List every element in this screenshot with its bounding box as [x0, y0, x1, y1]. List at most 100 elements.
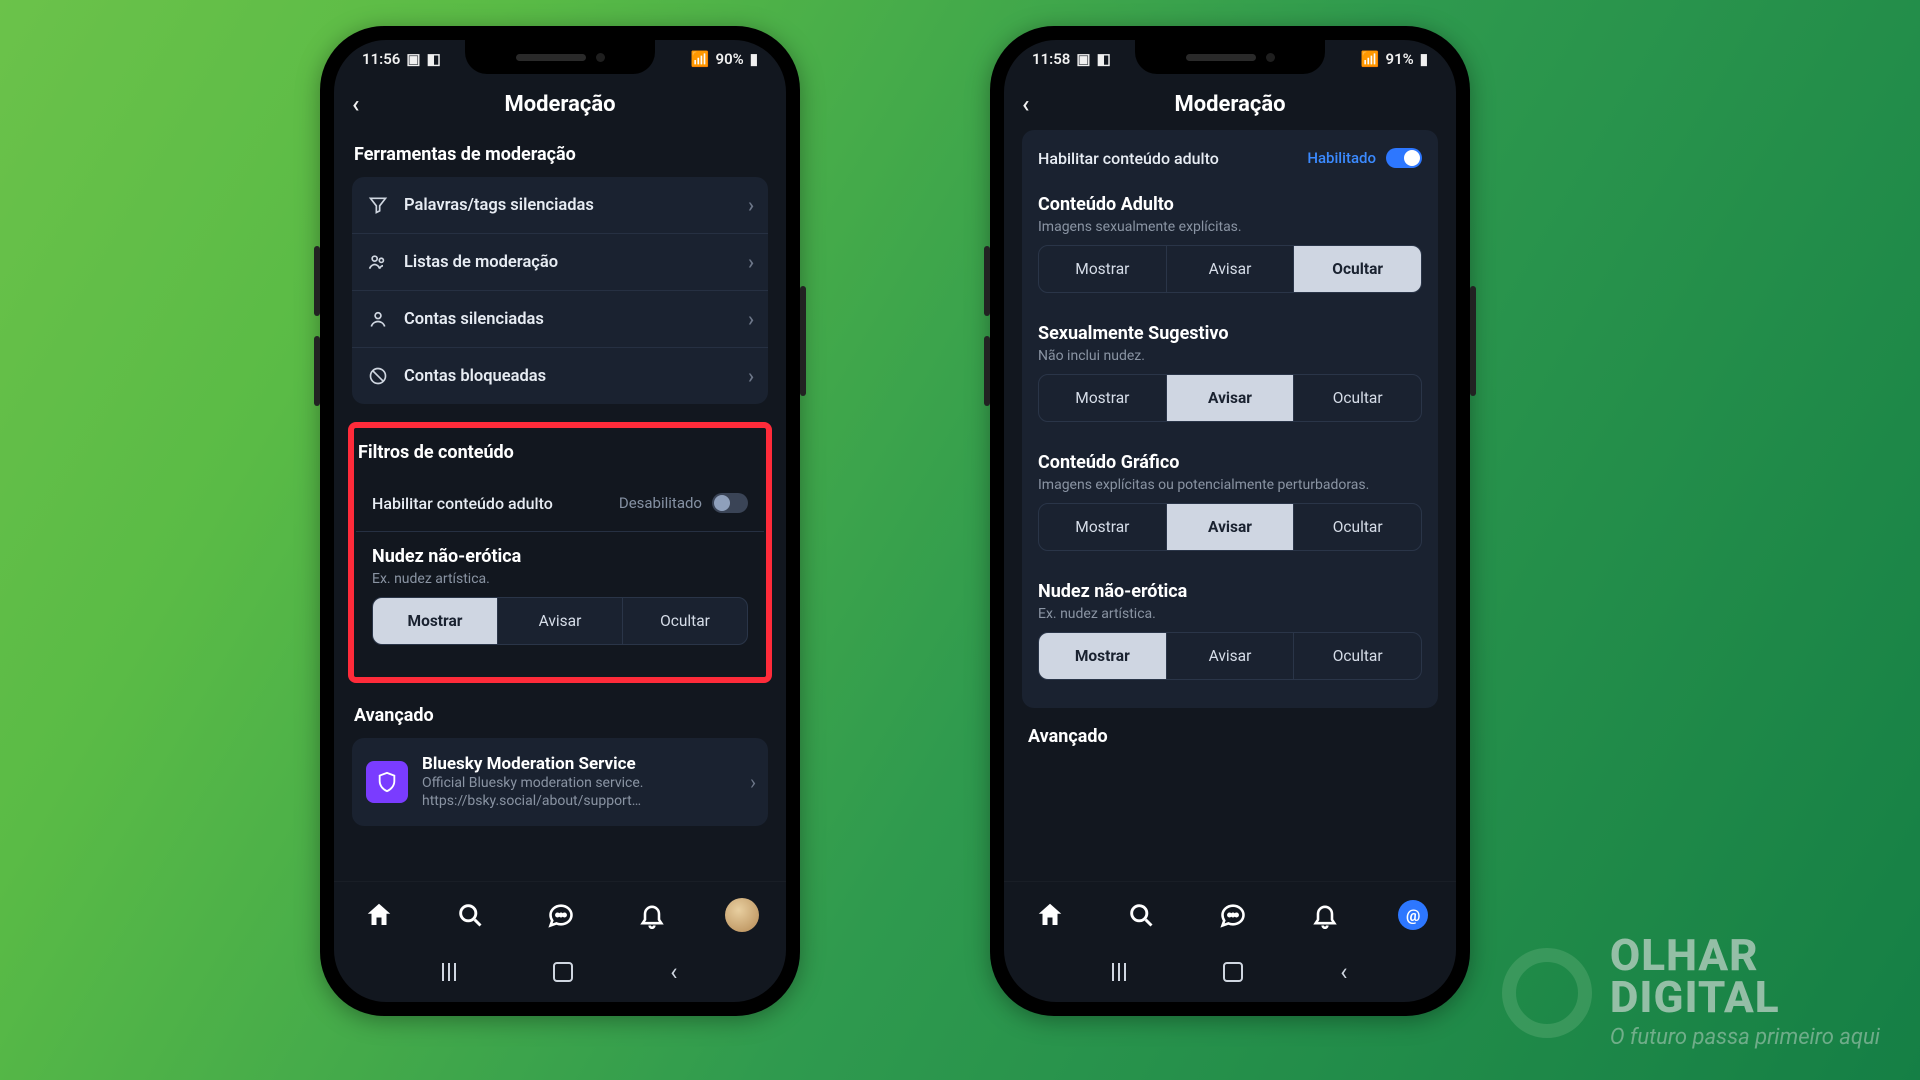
seg-option-show[interactable]: Mostrar — [1039, 375, 1166, 421]
app-header: ‹ Moderação — [334, 78, 786, 130]
phone-frame-right: 11:58 ▣ ◧ 📶 91% ▮ ‹ Moderação Habilitar … — [990, 26, 1470, 1016]
filter-desc: Imagens sexualmente explícitas. — [1038, 219, 1422, 235]
filter-title: Nudez não-erótica — [372, 546, 748, 567]
chevron-right-icon: › — [748, 250, 754, 274]
muted-accounts-item[interactable]: Contas silenciadas › — [352, 290, 768, 347]
back-nav-button[interactable]: ‹ — [670, 958, 677, 986]
chevron-right-icon: › — [748, 364, 754, 388]
people-icon — [368, 252, 392, 272]
shield-icon — [366, 761, 408, 803]
filter-block-adult: Conteúdo Adulto Imagens sexualmente expl… — [1022, 186, 1438, 293]
seg-option-warn[interactable]: Avisar — [1166, 504, 1294, 550]
segmented-control: Mostrar Avisar Ocultar — [1038, 503, 1422, 551]
advanced-card: Bluesky Moderation Service Official Blue… — [352, 738, 768, 826]
seg-option-show[interactable]: Mostrar — [1039, 504, 1166, 550]
status-time: 11:56 — [362, 50, 400, 68]
adult-content-toggle-row: Habilitar conteúdo adulto Desabilitado — [356, 475, 764, 532]
filter-block-nudity: Nudez não-erótica Ex. nudez artística. M… — [1022, 573, 1438, 680]
recent-apps-button[interactable] — [1112, 963, 1126, 981]
android-nav-bar: ‹ — [1004, 954, 1456, 990]
notch — [465, 40, 655, 74]
status-time: 11:58 — [1032, 50, 1070, 68]
battery-icon: ▮ — [1420, 50, 1428, 68]
nav-chat[interactable] — [1215, 897, 1251, 933]
signal-icon: 📶 — [1361, 50, 1380, 68]
filters-card: Habilitar conteúdo adulto Desabilitado N… — [356, 475, 764, 667]
toggle-label: Habilitar conteúdo adulto — [372, 494, 553, 513]
watermark-tagline: O futuro passa primeiro aqui — [1610, 1025, 1880, 1050]
nav-chat[interactable] — [543, 897, 579, 933]
nav-home[interactable] — [1032, 897, 1068, 933]
muted-words-item[interactable]: Palavras/tags silenciadas › — [352, 177, 768, 233]
back-nav-button[interactable]: ‹ — [1340, 958, 1347, 986]
seg-option-hide[interactable]: Ocultar — [1293, 633, 1421, 679]
home-button[interactable] — [1223, 962, 1243, 982]
screen-left: 11:56 ▣ ◧ 📶 90% ▮ ‹ Moderação Ferramenta… — [334, 40, 786, 1002]
chevron-right-icon: › — [750, 770, 756, 794]
seg-option-show[interactable]: Mostrar — [1039, 246, 1166, 292]
seg-option-hide[interactable]: Ocultar — [1293, 504, 1421, 550]
signal-icon: 📶 — [691, 50, 710, 68]
seg-option-show[interactable]: Mostrar — [373, 598, 497, 644]
list-item-label: Contas silenciadas — [404, 310, 544, 329]
nav-mentions[interactable]: @ — [1398, 900, 1428, 930]
notch — [1135, 40, 1325, 74]
content-scroll[interactable]: Ferramentas de moderação Palavras/tags s… — [334, 130, 786, 882]
adult-content-switch[interactable] — [712, 493, 748, 513]
filter-desc: Não inclui nudez. — [1038, 348, 1422, 364]
android-nav-bar: ‹ — [334, 954, 786, 990]
seg-option-hide[interactable]: Ocultar — [1293, 375, 1421, 421]
seg-option-warn[interactable]: Avisar — [497, 598, 622, 644]
seg-option-show[interactable]: Mostrar — [1039, 633, 1166, 679]
screenshot-icon: ▣ — [1076, 50, 1090, 68]
service-title: Bluesky Moderation Service — [422, 754, 754, 774]
filter-desc: Ex. nudez artística. — [372, 571, 748, 587]
nav-search[interactable] — [452, 897, 488, 933]
recent-apps-button[interactable] — [442, 963, 456, 981]
seg-option-hide[interactable]: Ocultar — [1293, 246, 1421, 292]
nav-notifications[interactable] — [634, 897, 670, 933]
tools-card: Palavras/tags silenciadas › Listas de mo… — [352, 177, 768, 404]
bottom-nav — [334, 881, 786, 948]
segmented-control: Mostrar Avisar Ocultar — [1038, 245, 1422, 293]
service-desc: Official Bluesky moderation service. htt… — [422, 774, 754, 810]
bottom-nav: @ — [1004, 881, 1456, 948]
blocked-accounts-item[interactable]: Contas bloqueadas › — [352, 347, 768, 404]
tools-section-title: Ferramentas de moderação — [354, 144, 766, 165]
app-header: ‹ Moderação — [1004, 78, 1456, 130]
filter-title: Conteúdo Gráfico — [1038, 452, 1422, 473]
background: 11:56 ▣ ◧ 📶 90% ▮ ‹ Moderação Ferramenta… — [0, 0, 1920, 1080]
content-scroll[interactable]: Habilitar conteúdo adulto Habilitado Con… — [1004, 130, 1456, 882]
moderation-lists-item[interactable]: Listas de moderação › — [352, 233, 768, 290]
filter-block-suggestive: Sexualmente Sugestivo Não inclui nudez. … — [1022, 315, 1438, 422]
filter-block-nudity: Nudez não-erótica Ex. nudez artística. M… — [356, 532, 764, 645]
nav-notifications[interactable] — [1307, 897, 1343, 933]
chevron-right-icon: › — [748, 193, 754, 217]
toggle-state-label: Habilitado — [1307, 149, 1376, 167]
adult-content-switch[interactable] — [1386, 148, 1422, 168]
filter-title: Nudez não-erótica — [1038, 581, 1422, 602]
status-battery: 91% — [1386, 50, 1414, 68]
nav-search[interactable] — [1123, 897, 1159, 933]
seg-option-warn[interactable]: Avisar — [1166, 633, 1294, 679]
nav-profile-avatar[interactable] — [725, 898, 759, 932]
segmented-control: Mostrar Avisar Ocultar — [1038, 374, 1422, 422]
screenshot-icon: ▣ — [406, 50, 420, 68]
list-item-label: Palavras/tags silenciadas — [404, 196, 594, 215]
logo-icon — [1502, 948, 1592, 1038]
segmented-control: Mostrar Avisar Ocultar — [1038, 632, 1422, 680]
watermark: OLHARDIGITAL O futuro passa primeiro aqu… — [1502, 935, 1880, 1050]
home-button[interactable] — [553, 962, 573, 982]
seg-option-warn[interactable]: Avisar — [1166, 246, 1294, 292]
back-button[interactable]: ‹ — [352, 90, 359, 118]
filter-title: Conteúdo Adulto — [1038, 194, 1422, 215]
back-button[interactable]: ‹ — [1022, 90, 1029, 118]
seg-option-hide[interactable]: Ocultar — [622, 598, 747, 644]
filter-block-graphic: Conteúdo Gráfico Imagens explícitas ou p… — [1022, 444, 1438, 551]
filter-title: Sexualmente Sugestivo — [1038, 323, 1422, 344]
moderation-service-item[interactable]: Bluesky Moderation Service Official Blue… — [352, 738, 768, 826]
person-icon — [368, 309, 392, 329]
list-item-label: Contas bloqueadas — [404, 367, 546, 386]
nav-home[interactable] — [361, 897, 397, 933]
seg-option-warn[interactable]: Avisar — [1166, 375, 1294, 421]
